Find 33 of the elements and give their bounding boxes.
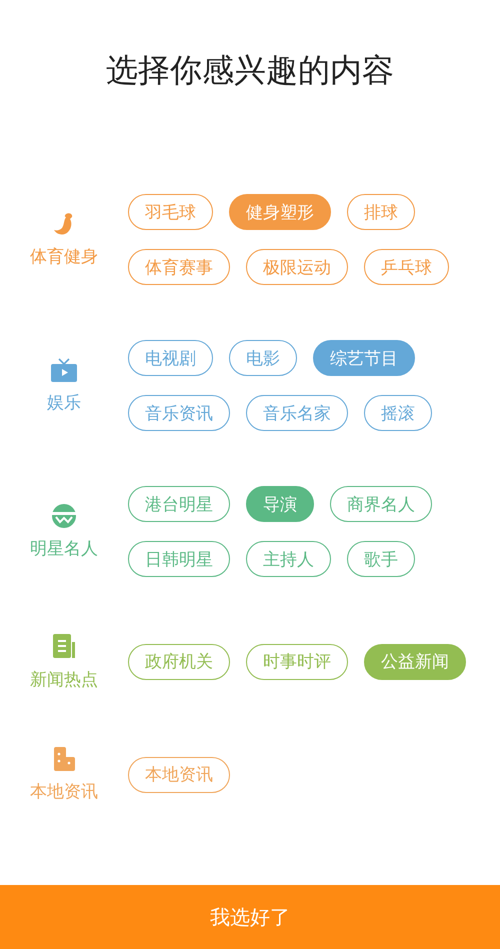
interest-tag[interactable]: 时事时评 xyxy=(246,644,348,680)
interest-tag[interactable]: 极限运动 xyxy=(246,249,348,285)
interest-tag[interactable]: 音乐名家 xyxy=(246,395,348,431)
interest-tag[interactable]: 商界名人 xyxy=(330,486,432,522)
interest-tag[interactable]: 综艺节目 xyxy=(313,340,415,376)
interest-tag[interactable]: 公益新闻 xyxy=(364,644,466,680)
interest-tag[interactable]: 主持人 xyxy=(246,541,331,577)
tv-icon xyxy=(50,357,78,383)
category-label: 本地资讯 xyxy=(30,781,98,803)
building-icon xyxy=(51,746,77,772)
face-icon xyxy=(51,503,77,529)
category-label: 明星名人 xyxy=(30,538,98,560)
interest-tag[interactable]: 港台明星 xyxy=(128,486,230,522)
interest-tag[interactable]: 导演 xyxy=(246,486,314,522)
confirm-button[interactable]: 我选好了 xyxy=(0,885,500,949)
interest-tag[interactable]: 体育赛事 xyxy=(128,249,230,285)
category-label: 娱乐 xyxy=(47,392,81,414)
category-label: 新闻热点 xyxy=(30,669,98,691)
document-icon xyxy=(51,632,77,660)
interest-tag[interactable]: 乒乓球 xyxy=(364,249,449,285)
interest-tag[interactable]: 本地资讯 xyxy=(128,756,230,792)
interest-tag[interactable]: 政府机关 xyxy=(128,644,230,680)
interest-tag[interactable]: 摇滚 xyxy=(364,395,432,431)
page-title: 选择你感兴趣的内容 xyxy=(105,50,395,91)
interest-tag[interactable]: 电影 xyxy=(229,340,297,376)
interest-tag[interactable]: 排球 xyxy=(347,194,415,230)
interest-tag[interactable]: 健身塑形 xyxy=(229,194,331,230)
category-label: 体育健身 xyxy=(30,246,98,268)
interest-tag[interactable]: 音乐资讯 xyxy=(128,395,230,431)
interest-tag[interactable]: 歌手 xyxy=(347,541,415,577)
interest-tag[interactable]: 电视剧 xyxy=(128,340,213,376)
interest-tag[interactable]: 日韩明星 xyxy=(128,541,230,577)
interest-tag[interactable]: 羽毛球 xyxy=(128,194,213,230)
